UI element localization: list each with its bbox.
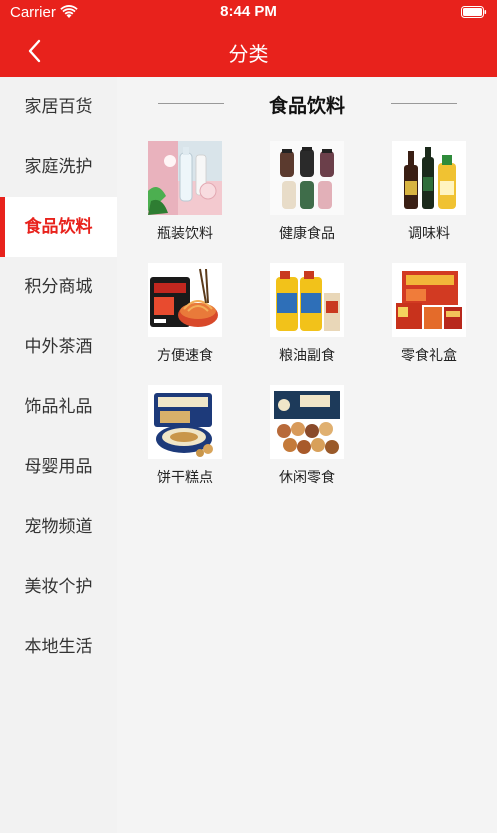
- snack-gift-box-image: [392, 263, 466, 337]
- bottled-drinks-image: [148, 141, 222, 215]
- sidebar-item-tea-wine[interactable]: 中外茶酒: [0, 317, 117, 377]
- section-header: 食品饮料: [117, 89, 497, 119]
- subcategory-label: 健康食品: [279, 226, 335, 242]
- subcategory-label: 饼干糕点: [157, 470, 213, 486]
- nav-bar: 分类: [0, 26, 497, 77]
- divider: [391, 103, 457, 104]
- category-content: 食品饮料 瓶装饮料 健康食品 调味料 方便速食 粮油副食 零食礼盒 饼干糕点 休…: [117, 77, 497, 833]
- subcategory-bottled-drinks[interactable]: 瓶装饮料: [124, 141, 246, 257]
- sidebar-item-pets[interactable]: 宠物频道: [0, 497, 117, 557]
- sidebar-item-home-care[interactable]: 家庭洗护: [0, 137, 117, 197]
- subcategory-label: 瓶装饮料: [157, 226, 213, 242]
- status-bar: Carrier 8:44 PM: [0, 0, 497, 26]
- subcategory-seasoning[interactable]: 调味料: [368, 141, 490, 257]
- biscuits-pastry-image: [148, 385, 222, 459]
- health-food-image: [270, 141, 344, 215]
- sidebar-item-mother-baby[interactable]: 母婴用品: [0, 437, 117, 497]
- category-sidebar: 家居百货 家庭洗护 食品饮料 积分商城 中外茶酒 饰品礼品 母婴用品 宠物频道 …: [0, 77, 117, 833]
- grain-oil-image: [270, 263, 344, 337]
- sidebar-item-beauty-care[interactable]: 美妆个护: [0, 557, 117, 617]
- subcategory-label: 零食礼盒: [401, 348, 457, 364]
- sidebar-item-food-drinks[interactable]: 食品饮料: [0, 197, 117, 257]
- page-title: 分类: [228, 42, 269, 66]
- subcategory-health-food[interactable]: 健康食品: [246, 141, 368, 257]
- sidebar-item-local-life[interactable]: 本地生活: [0, 617, 117, 677]
- instant-food-image: [148, 263, 222, 337]
- battery-icon: [461, 6, 487, 18]
- sidebar-item-points-mall[interactable]: 积分商城: [0, 257, 117, 317]
- sidebar-item-jewelry-gifts[interactable]: 饰品礼品: [0, 377, 117, 437]
- subcategory-biscuits-pastry[interactable]: 饼干糕点: [124, 385, 246, 501]
- section-title: 食品饮料: [268, 95, 345, 117]
- subcategory-label: 休闲零食: [279, 470, 335, 486]
- clock: 8:44 PM: [220, 3, 277, 20]
- subcategory-instant-food[interactable]: 方便速食: [124, 263, 246, 379]
- subcategory-leisure-snacks[interactable]: 休闲零食: [246, 385, 368, 501]
- subcategory-snack-gift-box[interactable]: 零食礼盒: [368, 263, 490, 379]
- subcategory-label: 粮油副食: [279, 348, 335, 364]
- seasoning-image: [392, 141, 466, 215]
- subcategory-label: 方便速食: [157, 348, 213, 364]
- subcategory-grain-oil[interactable]: 粮油副食: [246, 263, 368, 379]
- leisure-snacks-image: [270, 385, 344, 459]
- subcategory-label: 调味料: [408, 226, 450, 242]
- app-header: Carrier 8:44 PM 分类: [0, 0, 497, 77]
- sidebar-item-home-goods[interactable]: 家居百货: [0, 77, 117, 137]
